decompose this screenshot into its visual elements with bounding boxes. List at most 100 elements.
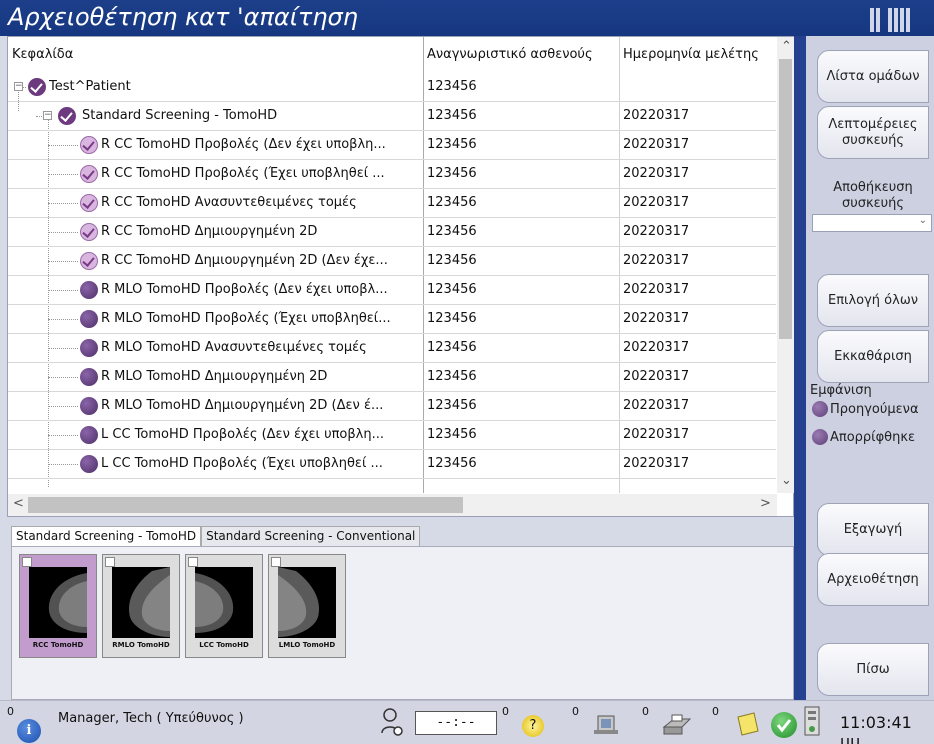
thumbnail-checkbox[interactable] xyxy=(188,557,198,567)
row-study-date: 20220317 xyxy=(623,456,690,471)
col-header-name[interactable]: Κεφαλίδα xyxy=(12,47,73,62)
check-icon[interactable] xyxy=(80,223,98,241)
show-previous-toggle[interactable]: Προηγούμενα xyxy=(812,401,919,417)
thumbnail-panel: RCC TomoHD RMLO TomoHD LCC TomoHD LMLO T… xyxy=(11,546,794,700)
row-name: R MLO TomoHD Δημιουργημένη 2D xyxy=(101,369,328,384)
table-row[interactable]: R MLO TomoHD Δημιουργημένη 2D 123456 202… xyxy=(8,363,776,392)
table-row[interactable]: Test^Patient 123456 xyxy=(8,73,776,102)
row-patient-id: 123456 xyxy=(427,166,477,181)
table-row[interactable]: L CC TomoHD Προβολές (Δεν έχει υποβλη...… xyxy=(8,421,776,450)
row-patient-id: 123456 xyxy=(427,224,477,239)
col-header-study-date[interactable]: Ημερομηνία μελέτης xyxy=(623,47,759,62)
hologic-logo-icon xyxy=(870,8,922,32)
unselected-circle-icon[interactable] xyxy=(80,397,98,415)
archive-status-icon[interactable] xyxy=(800,705,826,741)
user-search-icon[interactable] xyxy=(380,707,406,739)
row-study-date: 20220317 xyxy=(623,398,690,413)
col-header-patient-id[interactable]: Αναγνωριστικό ασθενούς xyxy=(427,47,593,62)
table-row[interactable]: R MLO TomoHD Προβολές (Δεν έχει υποβλ...… xyxy=(8,276,776,305)
scroll-right-icon[interactable]: > xyxy=(760,496,771,511)
unselected-circle-icon[interactable] xyxy=(80,339,98,357)
thumbnail-lcc[interactable]: LCC TomoHD xyxy=(185,554,263,658)
help-icon[interactable]: ? xyxy=(522,715,544,737)
table-row[interactable]: R MLO TomoHD Δημιουργημένη 2D (Δεν έ... … xyxy=(8,392,776,421)
device-storage-label: Αποθήκευση συσκευής xyxy=(833,180,913,211)
thumbnail-checkbox[interactable] xyxy=(22,557,32,567)
count: 0 xyxy=(642,705,649,718)
archive-button[interactable]: Αρχειοθέτηση xyxy=(817,553,929,606)
table-row[interactable]: R MLO TomoHD Προβολές (Έχει υποβληθεί...… xyxy=(8,305,776,334)
horizontal-scrollbar[interactable]: < > xyxy=(8,494,777,516)
notes-icon[interactable] xyxy=(734,711,762,737)
row-name: R CC TomoHD Δημιουργημένη 2D xyxy=(101,224,318,239)
thumbnail-checkbox[interactable] xyxy=(105,557,115,567)
scroll-left-icon[interactable]: < xyxy=(13,496,24,511)
sidebar: Λίστα ομάδων Λεπτομέρειες συσκευής Αποθή… xyxy=(806,36,934,700)
row-patient-id: 123456 xyxy=(427,79,477,94)
tab-standard-screening-conventional[interactable]: Standard Screening - Conventional xyxy=(201,526,421,547)
row-patient-id: 123456 xyxy=(427,427,477,442)
row-name: L CC TomoHD Προβολές (Έχει υποβληθεί ... xyxy=(101,456,383,471)
clear-button[interactable]: Εκκαθάριση xyxy=(817,330,929,383)
row-study-date: 20220317 xyxy=(623,427,690,442)
horizontal-scroll-thumb[interactable] xyxy=(28,497,463,513)
thumbnail-lmlo[interactable]: LMLO TomoHD xyxy=(268,554,346,658)
thumbnail-label: LMLO TomoHD xyxy=(278,641,336,649)
row-patient-id: 123456 xyxy=(427,456,477,471)
table-row[interactable]: L CC TomoHD Προβολές (Έχει υποβληθεί ...… xyxy=(8,450,776,479)
thumbnail-rcc[interactable]: RCC TomoHD xyxy=(19,554,97,658)
row-patient-id: 123456 xyxy=(427,311,477,326)
table-row[interactable]: R CC TomoHD Δημιουργημένη 2D 123456 2022… xyxy=(8,218,776,247)
row-name: R MLO TomoHD Δημιουργημένη 2D (Δεν έ... xyxy=(101,398,384,413)
check-icon[interactable] xyxy=(80,165,98,183)
select-all-button[interactable]: Επιλογή όλων xyxy=(817,274,929,327)
vertical-scroll-thumb[interactable] xyxy=(779,59,792,339)
check-icon[interactable] xyxy=(80,252,98,270)
scroll-up-icon[interactable]: ⌃ xyxy=(781,39,792,54)
tab-standard-screening-tomohd[interactable]: Standard Screening - TomoHD xyxy=(11,526,202,547)
unselected-circle-icon[interactable] xyxy=(80,368,98,386)
row-name: R MLO TomoHD Προβολές (Έχει υποβληθεί... xyxy=(101,311,391,326)
check-icon[interactable] xyxy=(58,107,76,125)
thumbnail-rmlo[interactable]: RMLO TomoHD xyxy=(102,554,180,658)
row-name: R CC TomoHD Δημιουργημένη 2D (Δεν έχε... xyxy=(101,253,388,268)
export-button[interactable]: Εξαγωγή xyxy=(817,503,929,556)
vertical-scrollbar[interactable]: ⌃ ⌄ xyxy=(777,37,794,493)
unselected-circle-icon[interactable] xyxy=(80,426,98,444)
check-icon[interactable] xyxy=(80,136,98,154)
unselected-circle-icon[interactable] xyxy=(80,310,98,328)
check-icon[interactable] xyxy=(80,194,98,212)
row-study-date: 20220317 xyxy=(623,108,690,123)
row-study-date: 20220317 xyxy=(623,253,690,268)
unselected-circle-icon[interactable] xyxy=(80,281,98,299)
row-patient-id: 123456 xyxy=(427,195,477,210)
status-ok-icon[interactable] xyxy=(771,712,797,738)
device-storage-select[interactable]: ⌄ xyxy=(812,214,932,232)
table-row[interactable]: R CC TomoHD Προβολές (Έχει υποβληθεί ...… xyxy=(8,160,776,189)
user-name[interactable]: Manager, Tech ( Υπεύθυνος ) xyxy=(58,711,244,726)
study-table: Κεφαλίδα Αναγνωριστικό ασθενούς Ημερομην… xyxy=(7,36,794,517)
info-icon[interactable]: i xyxy=(17,719,41,743)
row-name: R CC TomoHD Προβολές (Έχει υποβληθεί ... xyxy=(101,166,385,181)
show-label: Εμφάνιση xyxy=(810,383,872,398)
table-row[interactable]: R CC TomoHD Ανασυντεθειμένες τομές 12345… xyxy=(8,189,776,218)
thumbnail-checkbox[interactable] xyxy=(271,557,281,567)
back-button[interactable]: Πίσω xyxy=(817,643,929,696)
check-icon[interactable] xyxy=(28,78,46,96)
printer-icon[interactable] xyxy=(660,713,694,737)
row-name: Standard Screening - TomoHD xyxy=(82,108,278,123)
row-patient-id: 123456 xyxy=(427,253,477,268)
table-header: Κεφαλίδα Αναγνωριστικό ασθενούς Ημερομην… xyxy=(8,37,776,73)
unselected-circle-icon[interactable] xyxy=(80,455,98,473)
device-icon[interactable] xyxy=(592,713,622,737)
row-name: Test^Patient xyxy=(49,79,131,94)
table-row[interactable]: R CC TomoHD Δημιουργημένη 2D (Δεν έχε...… xyxy=(8,247,776,276)
show-rejected-toggle[interactable]: Απορρίφθηκε xyxy=(812,429,915,445)
scroll-down-icon[interactable]: ⌄ xyxy=(781,473,792,488)
row-patient-id: 123456 xyxy=(427,137,477,152)
table-row[interactable]: R CC TomoHD Προβολές (Δεν έχει υποβλη...… xyxy=(8,131,776,160)
table-row[interactable]: R MLO TomoHD Ανασυντεθειμένες τομές 1234… xyxy=(8,334,776,363)
table-row[interactable]: Standard Screening - TomoHD 123456 20220… xyxy=(8,102,776,131)
group-list-button[interactable]: Λίστα ομάδων xyxy=(817,50,929,103)
device-details-button[interactable]: Λεπτομέρειες συσκευής xyxy=(817,106,929,159)
